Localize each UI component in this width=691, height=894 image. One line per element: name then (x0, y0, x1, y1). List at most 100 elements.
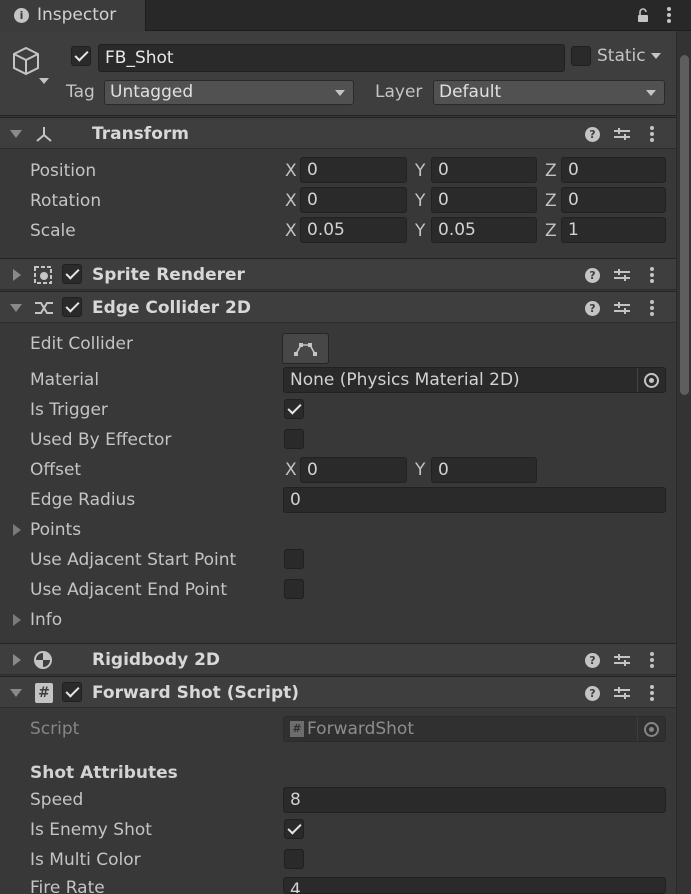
help-icon[interactable]: ? (585, 268, 600, 283)
position-x-axis-label[interactable]: X (285, 161, 297, 181)
material-field[interactable]: None (Physics Material 2D) (283, 367, 666, 393)
kebab-menu-icon[interactable] (650, 300, 654, 316)
presets-icon[interactable] (614, 127, 630, 141)
kebab-menu-icon[interactable] (650, 685, 654, 701)
position-z-field[interactable]: 0 (561, 157, 666, 183)
position-y-field[interactable]: 0 (431, 157, 537, 183)
rotation-z-field[interactable]: 0 (561, 187, 666, 213)
rigidbody-header[interactable]: Rigidbody 2D ? (0, 643, 676, 675)
rotation-y-axis-label[interactable]: Y (415, 191, 425, 211)
gameobject-header: FB_Shot Static Tag Untagged Layer Defaul… (0, 31, 676, 116)
presets-icon[interactable] (614, 268, 630, 282)
offset-y-field[interactable]: 0 (431, 457, 537, 483)
edit-collider-button[interactable] (282, 333, 329, 364)
is-enemy-shot-checkbox[interactable] (284, 819, 304, 839)
script-field: # ForwardShot (283, 716, 666, 742)
tab-inspector[interactable]: i Inspector (0, 0, 146, 31)
edge-collider-enabled-checkbox[interactable] (62, 297, 82, 317)
adjacent-end-checkbox[interactable] (284, 579, 304, 599)
transform-title: Transform (92, 124, 189, 144)
scale-x-field[interactable]: 0.05 (300, 217, 407, 243)
position-z-axis-label[interactable]: Z (545, 161, 557, 181)
rigidbody-icon (33, 650, 55, 670)
is-trigger-label: Is Trigger (30, 400, 108, 420)
speed-field[interactable]: 8 (283, 787, 666, 813)
offset-label: Offset (30, 460, 82, 480)
edge-collider-header[interactable]: Edge Collider 2D ? (0, 291, 676, 323)
used-by-effector-checkbox[interactable] (284, 429, 304, 449)
offset-y-axis-label[interactable]: Y (415, 460, 425, 480)
position-y-axis-label[interactable]: Y (415, 161, 425, 181)
adjacent-start-checkbox[interactable] (284, 549, 304, 569)
rotation-z-axis-label[interactable]: Z (545, 191, 557, 211)
presets-icon[interactable] (614, 653, 630, 667)
info-icon: i (14, 8, 29, 23)
lock-icon[interactable] (637, 8, 649, 23)
help-icon[interactable]: ? (585, 653, 600, 668)
layer-label: Layer (375, 82, 423, 102)
rotation-y-field[interactable]: 0 (431, 187, 537, 213)
edge-radius-field[interactable]: 0 (283, 487, 666, 513)
static-dropdown-icon[interactable] (651, 53, 661, 59)
sprite-renderer-header[interactable]: Sprite Renderer ? (0, 258, 676, 290)
presets-icon[interactable] (614, 686, 630, 700)
transform-header[interactable]: Transform ? (0, 117, 676, 149)
tag-dropdown[interactable]: Untagged (104, 80, 354, 105)
forward-shot-enabled-checkbox[interactable] (62, 682, 82, 702)
cube-icon[interactable] (10, 45, 50, 85)
edit-collider-icon (294, 343, 317, 356)
edit-collider-label: Edit Collider (30, 334, 134, 354)
is-enemy-shot-label: Is Enemy Shot (30, 820, 152, 840)
foldout-closed-icon[interactable] (13, 654, 21, 666)
is-multi-color-label: Is Multi Color (30, 850, 141, 870)
info-foldout-icon[interactable] (13, 614, 21, 626)
layer-dropdown[interactable]: Default (433, 80, 665, 105)
scale-x-axis-label[interactable]: X (285, 221, 297, 241)
is-multi-color-checkbox[interactable] (284, 849, 304, 869)
rotation-x-field[interactable]: 0 (300, 187, 407, 213)
chevron-down-icon (646, 90, 656, 96)
transform-axes-icon (33, 124, 55, 144)
gameobject-active-checkbox[interactable] (71, 46, 91, 66)
edge-collider-title: Edge Collider 2D (92, 298, 251, 318)
position-x-field[interactable]: 0 (300, 157, 407, 183)
gameobject-name-field[interactable]: FB_Shot (98, 44, 565, 72)
kebab-menu-icon[interactable] (650, 652, 654, 668)
is-trigger-checkbox[interactable] (284, 399, 304, 419)
help-icon[interactable]: ? (585, 301, 600, 316)
scale-z-field[interactable]: 1 (561, 217, 666, 243)
offset-x-field[interactable]: 0 (300, 457, 407, 483)
sprite-renderer-enabled-checkbox[interactable] (62, 264, 82, 284)
forward-shot-title: Forward Shot (Script) (92, 683, 300, 703)
help-icon[interactable]: ? (585, 686, 600, 701)
tab-bar: i Inspector (0, 0, 691, 31)
scrollbar[interactable] (676, 31, 691, 894)
scrollbar-thumb[interactable] (680, 55, 689, 395)
fire-rate-field[interactable]: 4 (283, 877, 666, 894)
window-menu-icon[interactable] (667, 7, 671, 23)
foldout-open-icon[interactable] (10, 130, 22, 138)
object-picker-icon[interactable] (644, 373, 659, 388)
forward-shot-header[interactable]: # Forward Shot (Script) ? (0, 676, 676, 708)
static-checkbox[interactable] (571, 46, 591, 66)
scale-y-field[interactable]: 0.05 (431, 217, 537, 243)
script-label: Script (30, 719, 80, 739)
help-icon[interactable]: ? (585, 127, 600, 142)
presets-icon[interactable] (614, 301, 630, 315)
foldout-open-icon[interactable] (10, 689, 22, 697)
static-label[interactable]: Static (597, 46, 646, 66)
info-label[interactable]: Info (30, 610, 62, 630)
points-label[interactable]: Points (30, 520, 81, 540)
offset-x-axis-label[interactable]: X (285, 460, 297, 480)
script-hash-icon: # (35, 683, 53, 703)
kebab-menu-icon[interactable] (650, 126, 654, 142)
sprite-renderer-icon (33, 265, 55, 285)
foldout-open-icon[interactable] (10, 304, 22, 312)
scale-z-axis-label[interactable]: Z (545, 221, 557, 241)
kebab-menu-icon[interactable] (650, 267, 654, 283)
edge-radius-label: Edge Radius (30, 490, 136, 510)
rotation-x-axis-label[interactable]: X (285, 191, 297, 211)
foldout-closed-icon[interactable] (13, 269, 21, 281)
scale-y-axis-label[interactable]: Y (415, 221, 425, 241)
points-foldout-icon[interactable] (13, 524, 21, 536)
